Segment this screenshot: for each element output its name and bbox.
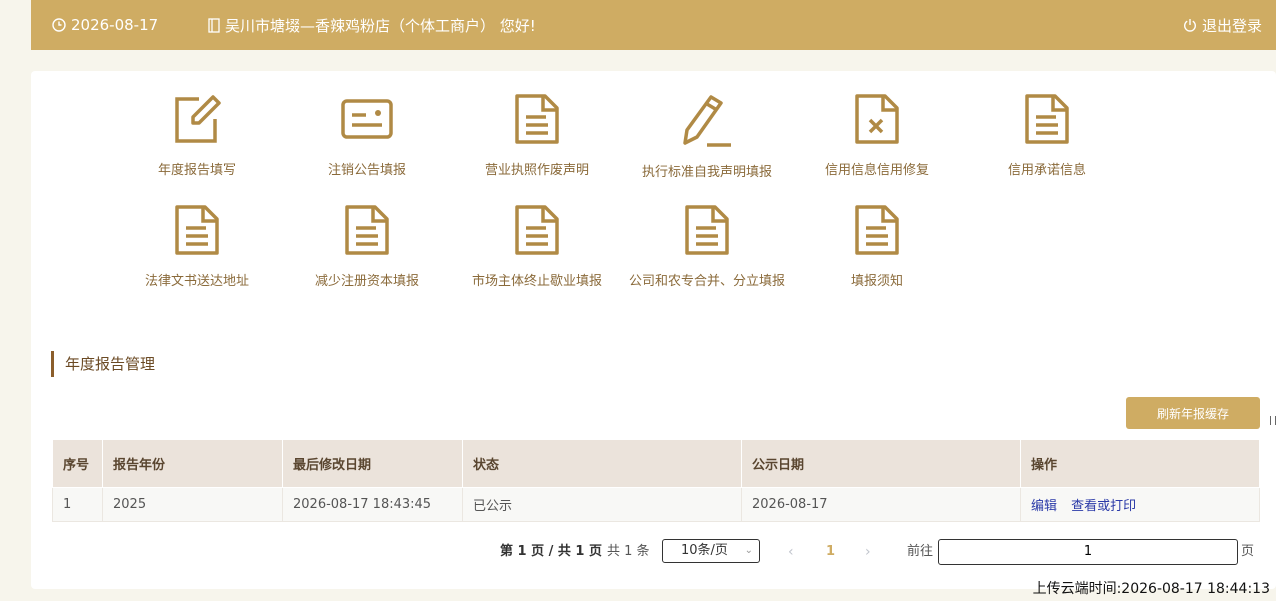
cell-modified: 2026-08-17 18:43:45 [282,487,463,522]
table-header-row: 序号 报告年份 最后修改日期 状态 公示日期 操作 [52,439,1260,488]
document-icon [1025,94,1069,144]
pagination: 第 1 页 / 共 1 页 共 1 条 10条/页 ⌄ ‹ 1 › 前往 页 [31,539,1276,565]
menu-label: 注销公告填报 [327,163,406,178]
clock-icon [52,18,66,32]
greeting-text: 吴川市塘㙍—香辣鸡粉店（个体工商户） 您好! [225,16,536,35]
menu-filing-notes[interactable]: 填报须知 [792,204,962,289]
col-year: 报告年份 [102,439,283,488]
menu-label: 年度报告填写 [157,163,236,178]
menu-license-void[interactable]: 营业执照作废声明 [452,93,622,178]
date-display: 2026-08-17 [52,0,158,50]
cell-publish-date: 2026-08-17 [741,487,1021,522]
section-title: 年度报告管理 [51,351,155,377]
table-row: 1 2025 2026-08-17 18:43:45 已公示 2026-08-1… [52,487,1260,522]
cell-year: 2025 [102,487,283,522]
document-x-icon [855,94,899,144]
next-page-button[interactable]: › [865,539,871,565]
menu-capital-reduction[interactable]: 减少注册资本填报 [282,204,452,289]
menu-credit-repair[interactable]: 信用信息信用修复 [792,93,962,178]
menu-label: 减少注册资本填报 [314,274,419,289]
document-icon [685,205,729,255]
document-icon [515,205,559,255]
page-summary: 第 1 页 / 共 1 页 [500,544,602,559]
total-count: 共 1 条 [607,544,650,559]
menu-label: 公司和农专合并、分立填报 [628,274,785,289]
document-icon [515,94,559,144]
col-modified: 最后修改日期 [282,439,463,488]
menu-standard-declaration[interactable]: 执行标准自我声明填报 [622,93,792,180]
date-text: 2026-08-17 [71,16,159,34]
prev-page-button[interactable]: ‹ [788,539,794,565]
goto-page-input[interactable] [938,539,1238,565]
document-icon [855,205,899,255]
refresh-cache-button[interactable]: 刷新年报缓存 [1126,397,1260,429]
menu-label: 信用承诺信息 [1007,163,1086,178]
goto-label: 前往 [907,544,934,559]
document-icon [175,205,219,255]
col-index: 序号 [52,439,103,488]
pencil-icon [683,95,731,147]
edit-icon [175,95,221,143]
upload-time: 上传云端时间:2026-08-17 18:44:13 [1032,581,1270,597]
menu-label: 信用信息信用修复 [824,163,929,178]
id-card-icon [341,99,393,139]
document-icon [345,205,389,255]
book-icon [208,17,220,33]
page-number-1[interactable]: 1 [826,539,835,565]
menu-annual-report[interactable]: 年度报告填写 [112,93,282,178]
menu-legal-address[interactable]: 法律文书送达地址 [112,204,282,289]
menu-credit-commitment[interactable]: 信用承诺信息 [962,93,1132,178]
cell-status: 已公示 [462,487,742,522]
menu-label: 营业执照作废声明 [484,163,589,178]
menu-business-suspension[interactable]: 市场主体终止歇业填报 [452,204,622,289]
scroll-edge-mark [1270,416,1276,425]
logout-label: 退出登录 [1201,16,1262,35]
main-card: 年度报告填写 注销公告填报 营业执照作废声明 执行标准自我声明填报 信用信息信用… [31,71,1276,589]
page-unit-label: 页 [1241,544,1255,559]
menu-label: 填报须知 [850,274,903,289]
view-print-link[interactable]: 查看或打印 [1071,499,1136,514]
col-actions: 操作 [1020,439,1260,488]
annual-report-table: 序号 报告年份 最后修改日期 状态 公示日期 操作 1 2025 2026-08… [52,439,1260,522]
logout-button[interactable]: 退出登录 [1183,0,1262,50]
edit-link[interactable]: 编辑 [1031,499,1057,514]
chevron-down-icon: ⌄ [744,545,753,556]
cell-index: 1 [52,487,103,522]
menu-label: 执行标准自我声明填报 [641,165,772,180]
menu-label: 法律文书送达地址 [144,274,249,289]
power-icon [1183,19,1196,32]
menu-cancellation-notice[interactable]: 注销公告填报 [282,93,452,178]
page-size-value: 10条/页 [681,543,728,558]
page-size-select[interactable]: 10条/页 ⌄ [662,539,760,563]
greeting: 吴川市塘㙍—香辣鸡粉店（个体工商户） 您好! [208,0,536,50]
cell-actions: 编辑 查看或打印 [1020,487,1260,522]
menu-label: 市场主体终止歇业填报 [471,274,602,289]
menu-merger-split[interactable]: 公司和农专合并、分立填报 [622,204,792,289]
top-bar: 2026-08-17 吴川市塘㙍—香辣鸡粉店（个体工商户） 您好! 退出登录 [31,0,1276,50]
col-status: 状态 [462,439,742,488]
col-publish-date: 公示日期 [741,439,1021,488]
